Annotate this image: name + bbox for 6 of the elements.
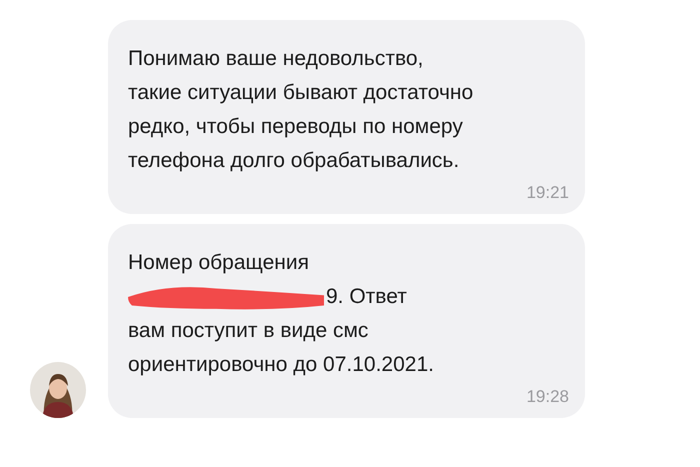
- message-time: 19:28: [525, 386, 569, 408]
- message-text: вам поступит в виде смс ориентировочно до 07.10.2021.: [128, 318, 435, 378]
- message-text: 9. Ответ: [326, 284, 407, 310]
- message-time: 19:21: [525, 182, 569, 204]
- message-text: Понимаю ваше недовольство, такие ситуации бывают достаточно редко, чтобы переводы по номеру телефона долго обрабатывались.: [128, 46, 474, 174]
- message-text: Номер обращения: [128, 250, 310, 276]
